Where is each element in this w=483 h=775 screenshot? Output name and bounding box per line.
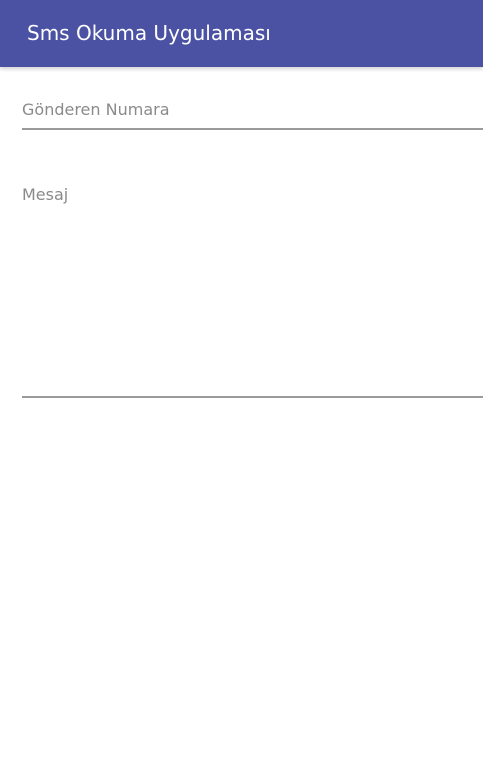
message-field[interactable]: Mesaj bbox=[22, 182, 483, 400]
sender-number-underline bbox=[22, 128, 483, 130]
app-screen: Sms Okuma Uygulaması Gönderen Numara Mes… bbox=[0, 0, 483, 775]
sender-number-placeholder: Gönderen Numara bbox=[22, 100, 170, 119]
message-placeholder: Mesaj bbox=[22, 185, 69, 204]
sender-number-field[interactable]: Gönderen Numara bbox=[22, 95, 483, 131]
app-bar: Sms Okuma Uygulaması bbox=[0, 0, 483, 67]
app-title: Sms Okuma Uygulaması bbox=[27, 21, 271, 45]
message-underline bbox=[22, 396, 483, 398]
